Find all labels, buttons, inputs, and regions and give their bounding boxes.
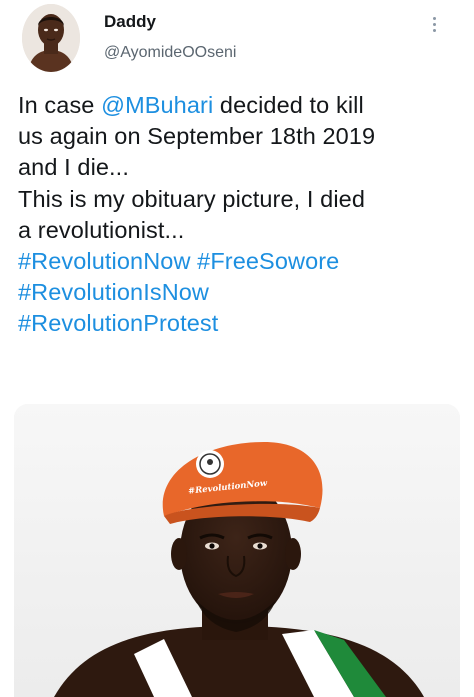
- tweet-text: In case @MBuhari decided to kill us agai…: [18, 90, 463, 340]
- portrait-photo: #RevolutionNow: [14, 404, 460, 697]
- tweet-header: Daddy @AyomideOOseni: [0, 0, 474, 80]
- display-name[interactable]: Daddy: [104, 12, 156, 32]
- user-handle[interactable]: @AyomideOOseni: [104, 44, 236, 62]
- avatar[interactable]: [22, 4, 80, 72]
- hashtag-link[interactable]: #RevolutionProtest: [18, 310, 218, 336]
- tweet-media-image[interactable]: #RevolutionNow: [14, 404, 460, 697]
- hashtag-link[interactable]: #RevolutionNow: [18, 248, 191, 274]
- tweet-line: This is my obituary picture, I died: [18, 185, 365, 212]
- dot: [432, 23, 436, 26]
- tweet-line: In case @MBuhari decided to kill: [18, 90, 463, 121]
- mention-link[interactable]: @MBuhari: [101, 92, 213, 118]
- hashtag-link[interactable]: #FreeSowore: [197, 248, 339, 274]
- dot: [432, 29, 436, 32]
- tweet-line: and I die...: [18, 154, 129, 181]
- hashtag-line: #RevolutionIsNow: [18, 277, 463, 308]
- more-vertical-icon[interactable]: [428, 14, 440, 38]
- hashtag-line: #RevolutionNow #FreeSowore: [18, 246, 463, 277]
- text-segment: In case: [18, 92, 102, 118]
- avatar-image: [22, 4, 80, 72]
- text-segment: decided to kill: [213, 92, 364, 118]
- tweet-line: us again on September 18th 2019: [18, 123, 376, 150]
- hashtag-line: #RevolutionProtest: [18, 308, 463, 339]
- tweet-line: a revolutionist...: [18, 216, 185, 243]
- hashtag-link[interactable]: #RevolutionIsNow: [18, 279, 209, 305]
- dot: [432, 17, 436, 20]
